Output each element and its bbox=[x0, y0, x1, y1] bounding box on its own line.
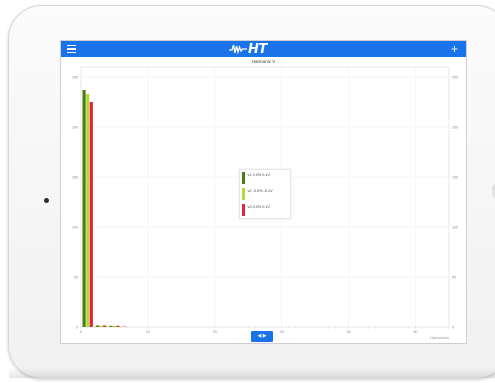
y-tick-label-right: 0 bbox=[452, 325, 454, 329]
x-tick-label: 40 bbox=[347, 330, 351, 334]
y-tick-label: 100 bbox=[72, 225, 78, 229]
app-screen: HT + Harmonic V 0 0 50 50 100 100 150 150 200 200… bbox=[60, 40, 467, 344]
brand-logo: HT bbox=[229, 41, 267, 57]
app-bar: HT + bbox=[61, 41, 466, 57]
bar-v1-h1 bbox=[82, 90, 86, 327]
legend-item: v3 0.0% 0.1V bbox=[240, 202, 290, 218]
y-tick-label: 50 bbox=[74, 275, 78, 279]
bar-v3-h1 bbox=[89, 102, 93, 327]
bar-v2-h1 bbox=[86, 94, 90, 327]
y-tick-label: 200 bbox=[72, 125, 78, 129]
x-tick-label: 50 bbox=[414, 330, 418, 334]
legend-label: v2 -0.0% -0.1V bbox=[247, 189, 273, 193]
legend-swatch bbox=[242, 188, 245, 200]
x-tick-label: 10 bbox=[146, 330, 150, 334]
y-tick-label-right: 150 bbox=[452, 175, 458, 179]
y-tick-label-right: 50 bbox=[452, 275, 456, 279]
bar-v1-h5 bbox=[109, 325, 113, 327]
front-camera bbox=[44, 198, 49, 203]
bar-v2-h5 bbox=[112, 325, 117, 327]
y-tick-label-right: 100 bbox=[452, 225, 458, 229]
legend-item: v1 0.0% 0.1V bbox=[240, 170, 290, 186]
bar-v1-h3 bbox=[95, 325, 100, 327]
legend-label: v1 0.0% 0.1V bbox=[247, 173, 271, 177]
signal-wave-icon bbox=[229, 44, 247, 54]
y-tick-label-right: 200 bbox=[452, 125, 458, 129]
y-tick-label: 150 bbox=[72, 175, 78, 179]
tablet-edge-shadow bbox=[9, 368, 495, 378]
x-tick-label: 20 bbox=[213, 330, 217, 334]
y-tick-label-right: 250 bbox=[452, 75, 458, 79]
legend-label: v3 0.0% 0.1V bbox=[247, 205, 271, 209]
add-icon[interactable]: + bbox=[451, 42, 458, 56]
bar-v2-h3 bbox=[99, 325, 103, 327]
logo-text: HT bbox=[248, 41, 267, 57]
x-axis-label: Harmonics bbox=[430, 335, 449, 340]
x-tick-label: 30 bbox=[280, 330, 284, 334]
x-tick-label: 0 bbox=[80, 330, 82, 334]
chart-legend: v1 0.0% 0.1V v2 -0.0% -0.1V v3 0.0% 0.1V bbox=[239, 169, 291, 219]
legend-swatch bbox=[242, 204, 245, 216]
menu-icon[interactable] bbox=[67, 45, 76, 54]
page-toggle-button[interactable]: ◀ ▶ bbox=[251, 331, 273, 342]
y-tick-label: 250 bbox=[72, 75, 78, 79]
y-tick-label: 0 bbox=[76, 325, 78, 329]
legend-item: v2 -0.0% -0.1V bbox=[240, 186, 290, 202]
legend-swatch bbox=[242, 172, 245, 184]
